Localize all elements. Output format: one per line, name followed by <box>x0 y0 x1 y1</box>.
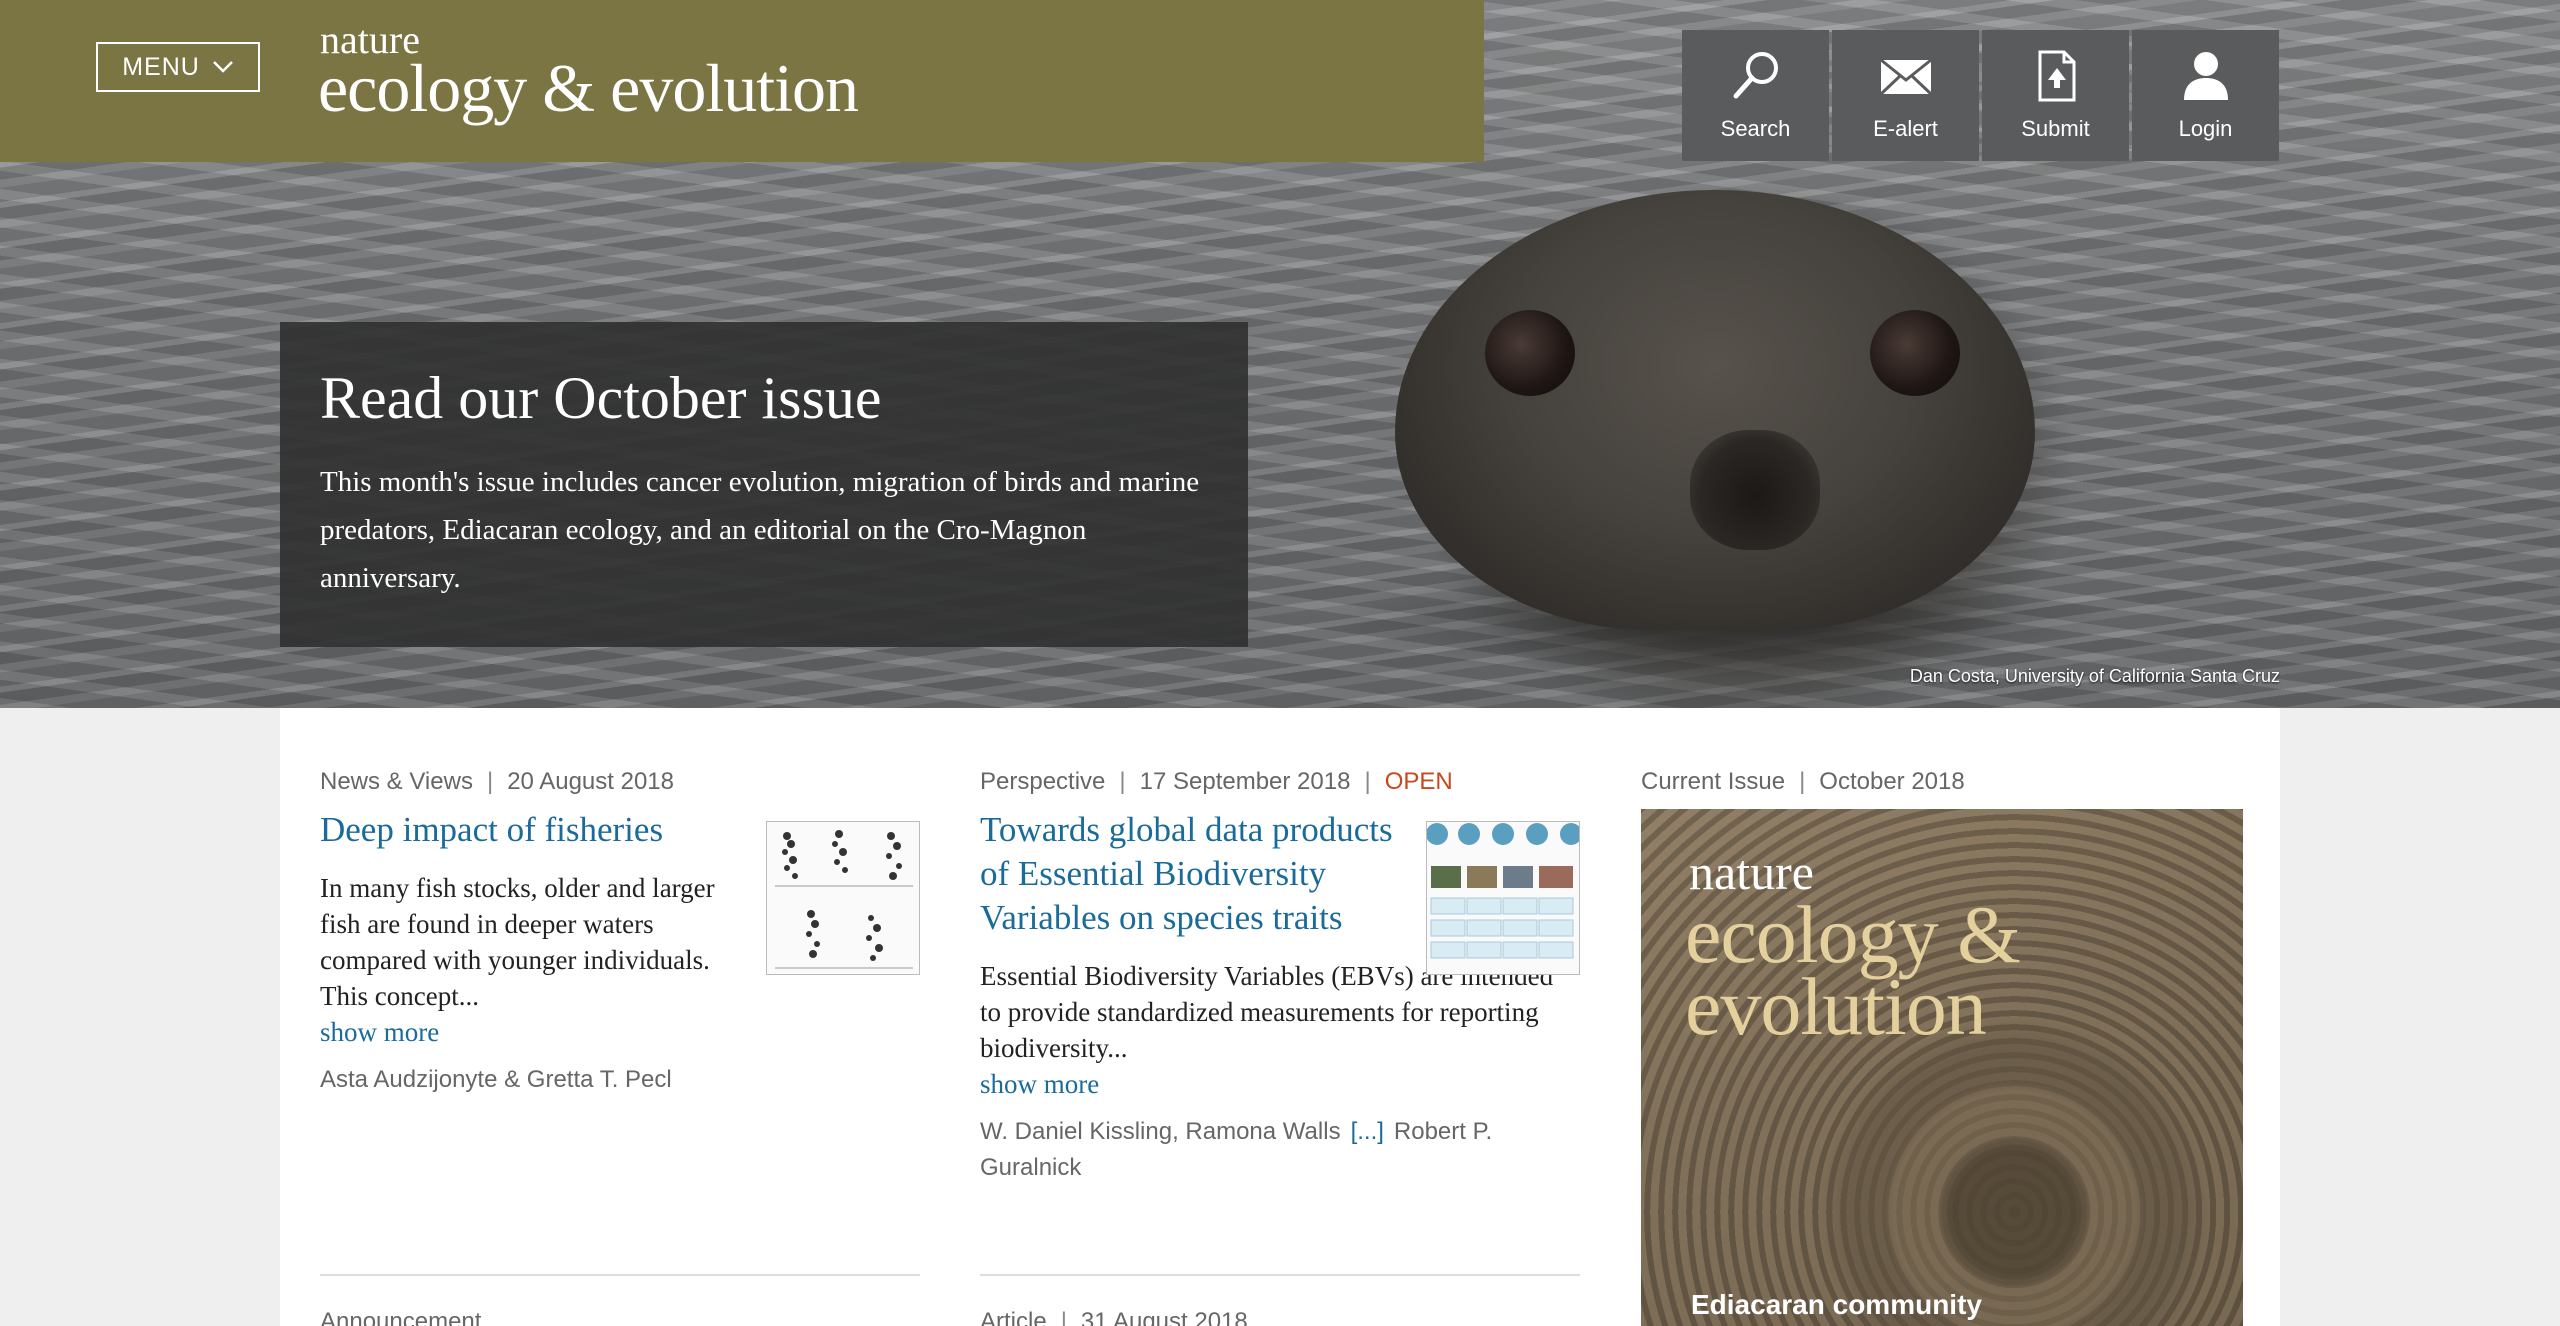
article-title-link[interactable]: Deep impact of fisheries <box>320 808 740 852</box>
login-button[interactable]: Login <box>2132 30 2279 161</box>
show-more-link[interactable]: show more <box>320 1014 920 1050</box>
featured-title[interactable]: Read our October issue <box>320 362 1208 434</box>
e-alert-button[interactable]: E-alert <box>1832 30 1979 161</box>
article-thumbnail[interactable] <box>1426 821 1580 975</box>
header-tools: Search E-alert Submit Login <box>1682 30 2279 161</box>
article-summary: In many fish stocks, older and larger fi… <box>320 873 715 1011</box>
article-meta: News & Views | 20 August 2018 <box>320 768 675 795</box>
scatter-figure-thumbnail <box>775 830 913 969</box>
logo-journal-title[interactable]: ecology & evolution <box>318 54 859 122</box>
envelope-icon <box>1879 58 1932 96</box>
current-issue-label: Current Issue <box>1641 768 1786 795</box>
next-article-type: Article <box>980 1308 1047 1326</box>
upload-document-icon <box>2038 50 2075 102</box>
seal-head <box>1395 190 2035 630</box>
featured-issue-box[interactable]: Read our October issue This month's issu… <box>280 322 1248 647</box>
submit-button[interactable]: Submit <box>1982 30 2129 161</box>
cover-caption: Ediacaran community <box>1691 1289 1982 1320</box>
seal-eye-right <box>1870 310 1960 396</box>
next-article-meta: Article | 31 August 2018 <box>980 1308 1248 1326</box>
article-type: Perspective <box>980 768 1106 795</box>
article-title-link[interactable]: Towards global data products of Essentia… <box>980 808 1410 940</box>
current-issue-cover[interactable]: nature ecology & evolution Ediacaran com… <box>1641 809 2243 1326</box>
cover-title-line: evolution <box>1685 961 1987 1052</box>
current-issue-meta: Current Issue | October 2018 <box>1641 768 1965 795</box>
section-divider <box>980 1274 1580 1276</box>
article-authors: W. Daniel Kissling, Ramona Walls [...] Rob… <box>980 1114 1580 1186</box>
article-authors: Asta Audzijonyte & Gretta T. Pecl <box>320 1066 672 1093</box>
infographic-thumbnail <box>1427 823 1579 959</box>
authors-first: W. Daniel Kissling, Ramona Walls <box>980 1118 1341 1145</box>
open-access-badge: OPEN <box>1384 768 1453 795</box>
search-button[interactable]: Search <box>1682 30 1829 161</box>
authors-expand-link[interactable]: [...] <box>1351 1118 1384 1145</box>
user-icon <box>2183 52 2228 100</box>
current-issue-card: Current Issue | October 2018 <box>1641 768 2243 796</box>
brand-band: MENU nature ecology & evolution <box>0 0 1484 162</box>
article-thumbnail[interactable] <box>766 821 920 975</box>
next-article-date: 31 August 2018 <box>1080 1308 1248 1326</box>
content-area: News & Views | 20 August 2018 Deep impact … <box>280 708 2280 1326</box>
search-label: Search <box>1720 116 1791 141</box>
chevron-down-icon <box>212 61 233 73</box>
article-date: 17 September 2018 <box>1139 768 1351 795</box>
menu-button[interactable]: MENU <box>96 42 260 92</box>
current-issue-date: October 2018 <box>1819 768 1965 795</box>
seal-nose <box>1690 430 1820 550</box>
cover-title: ecology & evolution <box>1685 894 2021 1052</box>
article-date: 20 August 2018 <box>507 768 675 795</box>
article-type: News & Views <box>320 768 473 795</box>
show-more-link[interactable]: show more <box>980 1066 1580 1102</box>
section-divider <box>320 1274 920 1276</box>
search-icon <box>1733 52 1778 99</box>
submit-label: Submit <box>2021 116 2090 141</box>
e-alert-label: E-alert <box>1873 116 1938 141</box>
article-meta: Perspective | 17 September 2018 | OPEN <box>980 768 1453 795</box>
login-label: Login <box>2178 116 2233 141</box>
next-article-type: Announcement <box>320 1308 482 1326</box>
menu-label: MENU <box>122 52 200 81</box>
featured-description: This month's issue includes cancer evolu… <box>320 466 1200 594</box>
image-credit: Dan Costa, University of California Sant… <box>1909 666 2280 686</box>
seal-eye-left <box>1485 310 1575 396</box>
